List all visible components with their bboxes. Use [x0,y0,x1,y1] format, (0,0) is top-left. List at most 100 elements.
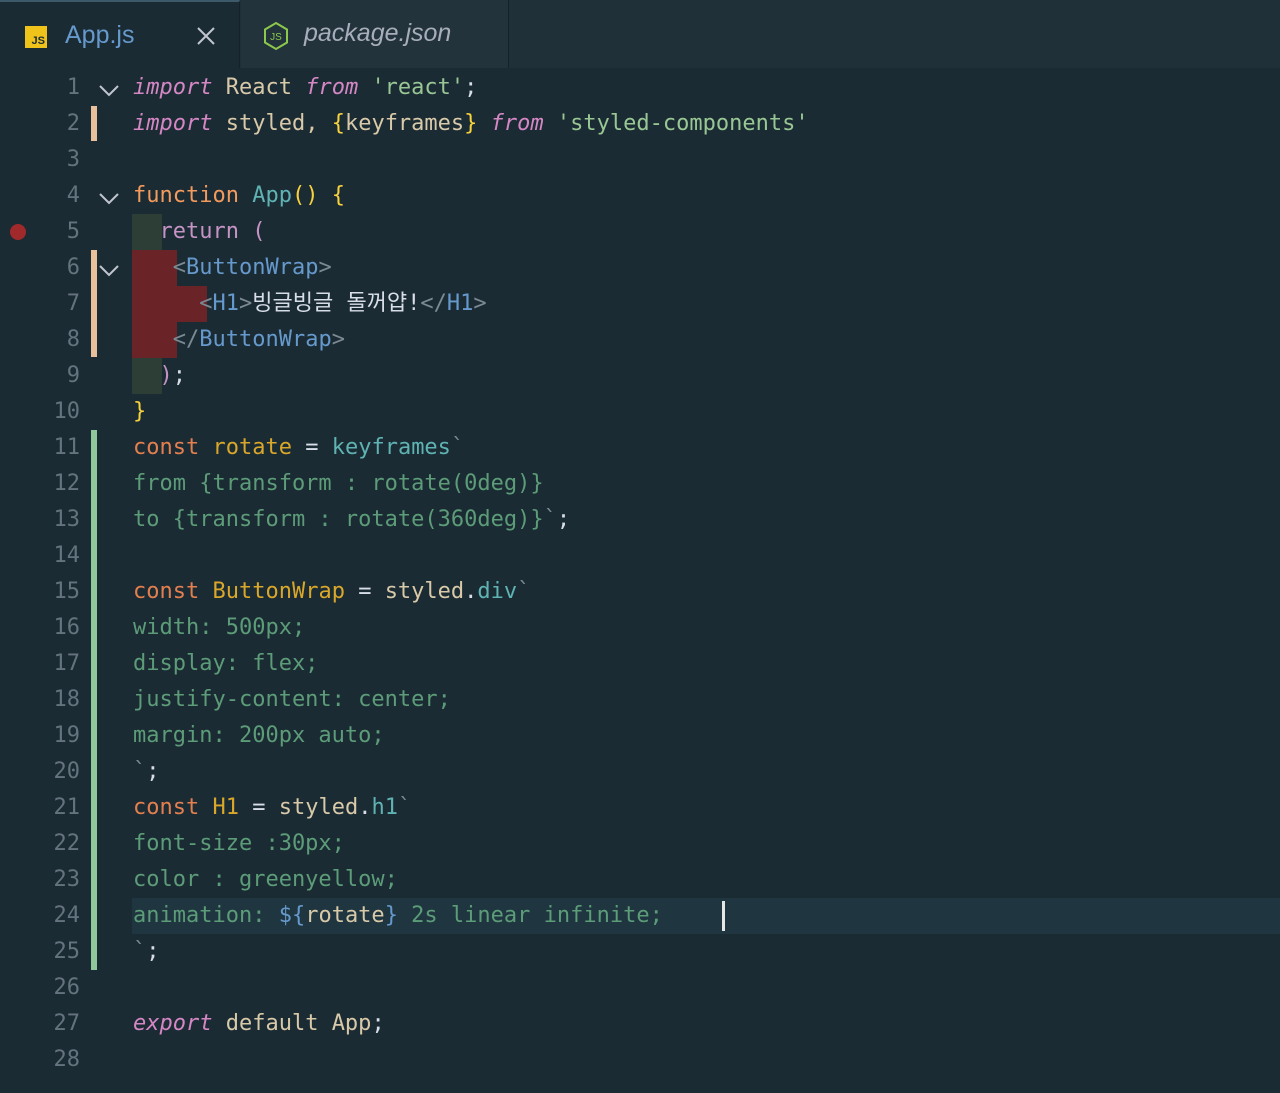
code-line[interactable]: 2 import styled, {keyframes} from 'styled… [0,106,1280,142]
code-line[interactable]: 9 ); [0,358,1280,394]
code-line[interactable]: 19 margin: 200px auto; [0,718,1280,754]
code-line[interactable]: 22 font-size :30px; [0,826,1280,862]
code-line[interactable]: 13 to {transform : rotate(360deg)}`; [0,502,1280,538]
code-line[interactable]: 1 import React from 'react'; [0,70,1280,106]
code-line[interactable]: 7 <H1>빙글빙글 돌꺼얍!</H1> [0,286,1280,322]
code-text: <H1>빙글빙글 돌꺼얍!</H1> [133,286,487,322]
code-token: > [238,291,253,316]
code-line[interactable]: 15 const ButtonWrap = styled.div` [0,574,1280,610]
code-line[interactable]: 23 color : greenyellow; [0,862,1280,898]
line-number: 17 [53,651,81,676]
code-token: to {transform : rotate(360deg)} [133,507,544,532]
code-token: from {transform : rotate(0deg)} [133,471,544,496]
code-line[interactable]: 26 [0,970,1280,1006]
line-number: 19 [53,723,81,748]
code-token: display: flex; [133,651,319,676]
code-text: import React from 'react'; [133,70,477,106]
chevron-down-icon[interactable] [98,188,120,208]
line-number: 4 [66,183,80,208]
chevron-down-icon[interactable] [98,80,120,100]
code-line[interactable]: 12 from {transform : rotate(0deg)} [0,466,1280,502]
code-token: = [305,435,319,460]
code-line[interactable]: 18 justify-content: center; [0,682,1280,718]
code-token: 빙글빙글 돌꺼얍! [252,291,421,316]
code-token: ` [397,795,412,820]
code-token: > [331,327,345,352]
code-token: h1 [371,795,398,820]
code-token: { [331,111,345,136]
code-text: from {transform : rotate(0deg)} [133,466,544,502]
code-line[interactable]: 5 return ( [0,214,1280,250]
code-text: color : greenyellow; [133,862,398,898]
close-icon[interactable] [194,24,218,48]
code-line[interactable]: 16 width: 500px; [0,610,1280,646]
code-text: `; [133,754,160,790]
code-line[interactable]: 28 [0,1042,1280,1078]
tab-app-js[interactable]: JS App.js [0,0,240,68]
code-line[interactable]: 20 `; [0,754,1280,790]
code-token: animation: [133,903,279,928]
code-line[interactable]: 14 [0,538,1280,574]
tab-package-json[interactable]: JS package.json [241,0,509,68]
code-text: width: 500px; [133,610,305,646]
code-text: return ( [133,214,266,250]
breakpoint-dot[interactable] [10,224,26,240]
code-text: margin: 200px auto; [133,718,385,754]
code-line[interactable]: 8 </ButtonWrap> [0,322,1280,358]
line-number: 26 [53,975,81,1000]
code-token: margin: 200px auto; [133,723,385,748]
line-number: 7 [66,291,80,316]
code-token: ; [464,75,478,100]
code-line[interactable]: 25 `; [0,934,1280,970]
code-token: styled [384,579,465,604]
chevron-down-icon[interactable] [98,260,120,280]
code-text: import styled, {keyframes} from 'styled-… [133,106,809,142]
line-number: 27 [53,1011,81,1036]
code-token: ; [371,1011,385,1036]
code-text: to {transform : rotate(360deg)}`; [133,502,570,538]
code-token: } [464,111,478,136]
code-line[interactable]: 6 <ButtonWrap> [0,250,1280,286]
code-token: ButtonWrap [212,579,345,604]
line-number: 25 [53,939,81,964]
line-number: 18 [53,687,81,712]
code-token: width: 500px; [133,615,306,640]
code-text: const ButtonWrap = styled.div` [133,574,530,610]
code-token: ; [146,759,160,784]
code-token: ` [517,579,531,604]
code-line[interactable]: 10} [0,394,1280,430]
js-file-icon: JS [25,26,47,48]
code-line[interactable]: 11 const rotate = keyframes` [0,430,1280,466]
code-text: const rotate = keyframes` [133,430,464,466]
code-token: 2s linear infinite; [397,903,663,928]
code-token: > [318,255,332,280]
code-text: font-size :30px; [133,826,345,862]
code-line[interactable]: 17 display: flex; [0,646,1280,682]
line-number: 13 [53,507,81,532]
code-line[interactable]: 4 function App() { [0,178,1280,214]
code-line[interactable]: 21 const H1 = styled.h1` [0,790,1280,826]
line-number: 8 [66,327,80,352]
code-editor[interactable]: 1 import React from 'react'; 2 import style… [0,70,1280,1093]
tab-bar: JS App.js JS package.json [0,0,1280,68]
code-token: React [212,75,306,100]
code-token: from [305,75,359,100]
code-token: } [133,399,147,424]
code-line[interactable]: 3 [0,142,1280,178]
line-number: 28 [53,1047,81,1072]
code-token: color : greenyellow; [133,867,398,892]
code-token: > [473,291,487,316]
code-token: ` [543,507,557,532]
code-line[interactable]: 24 animation: ${rotate} 2s linear infinit… [0,898,1280,934]
line-number: 10 [53,399,81,424]
code-text: display: flex; [133,646,318,682]
code-text: } [133,394,146,430]
code-line[interactable]: 27 export default App; [0,1006,1280,1042]
